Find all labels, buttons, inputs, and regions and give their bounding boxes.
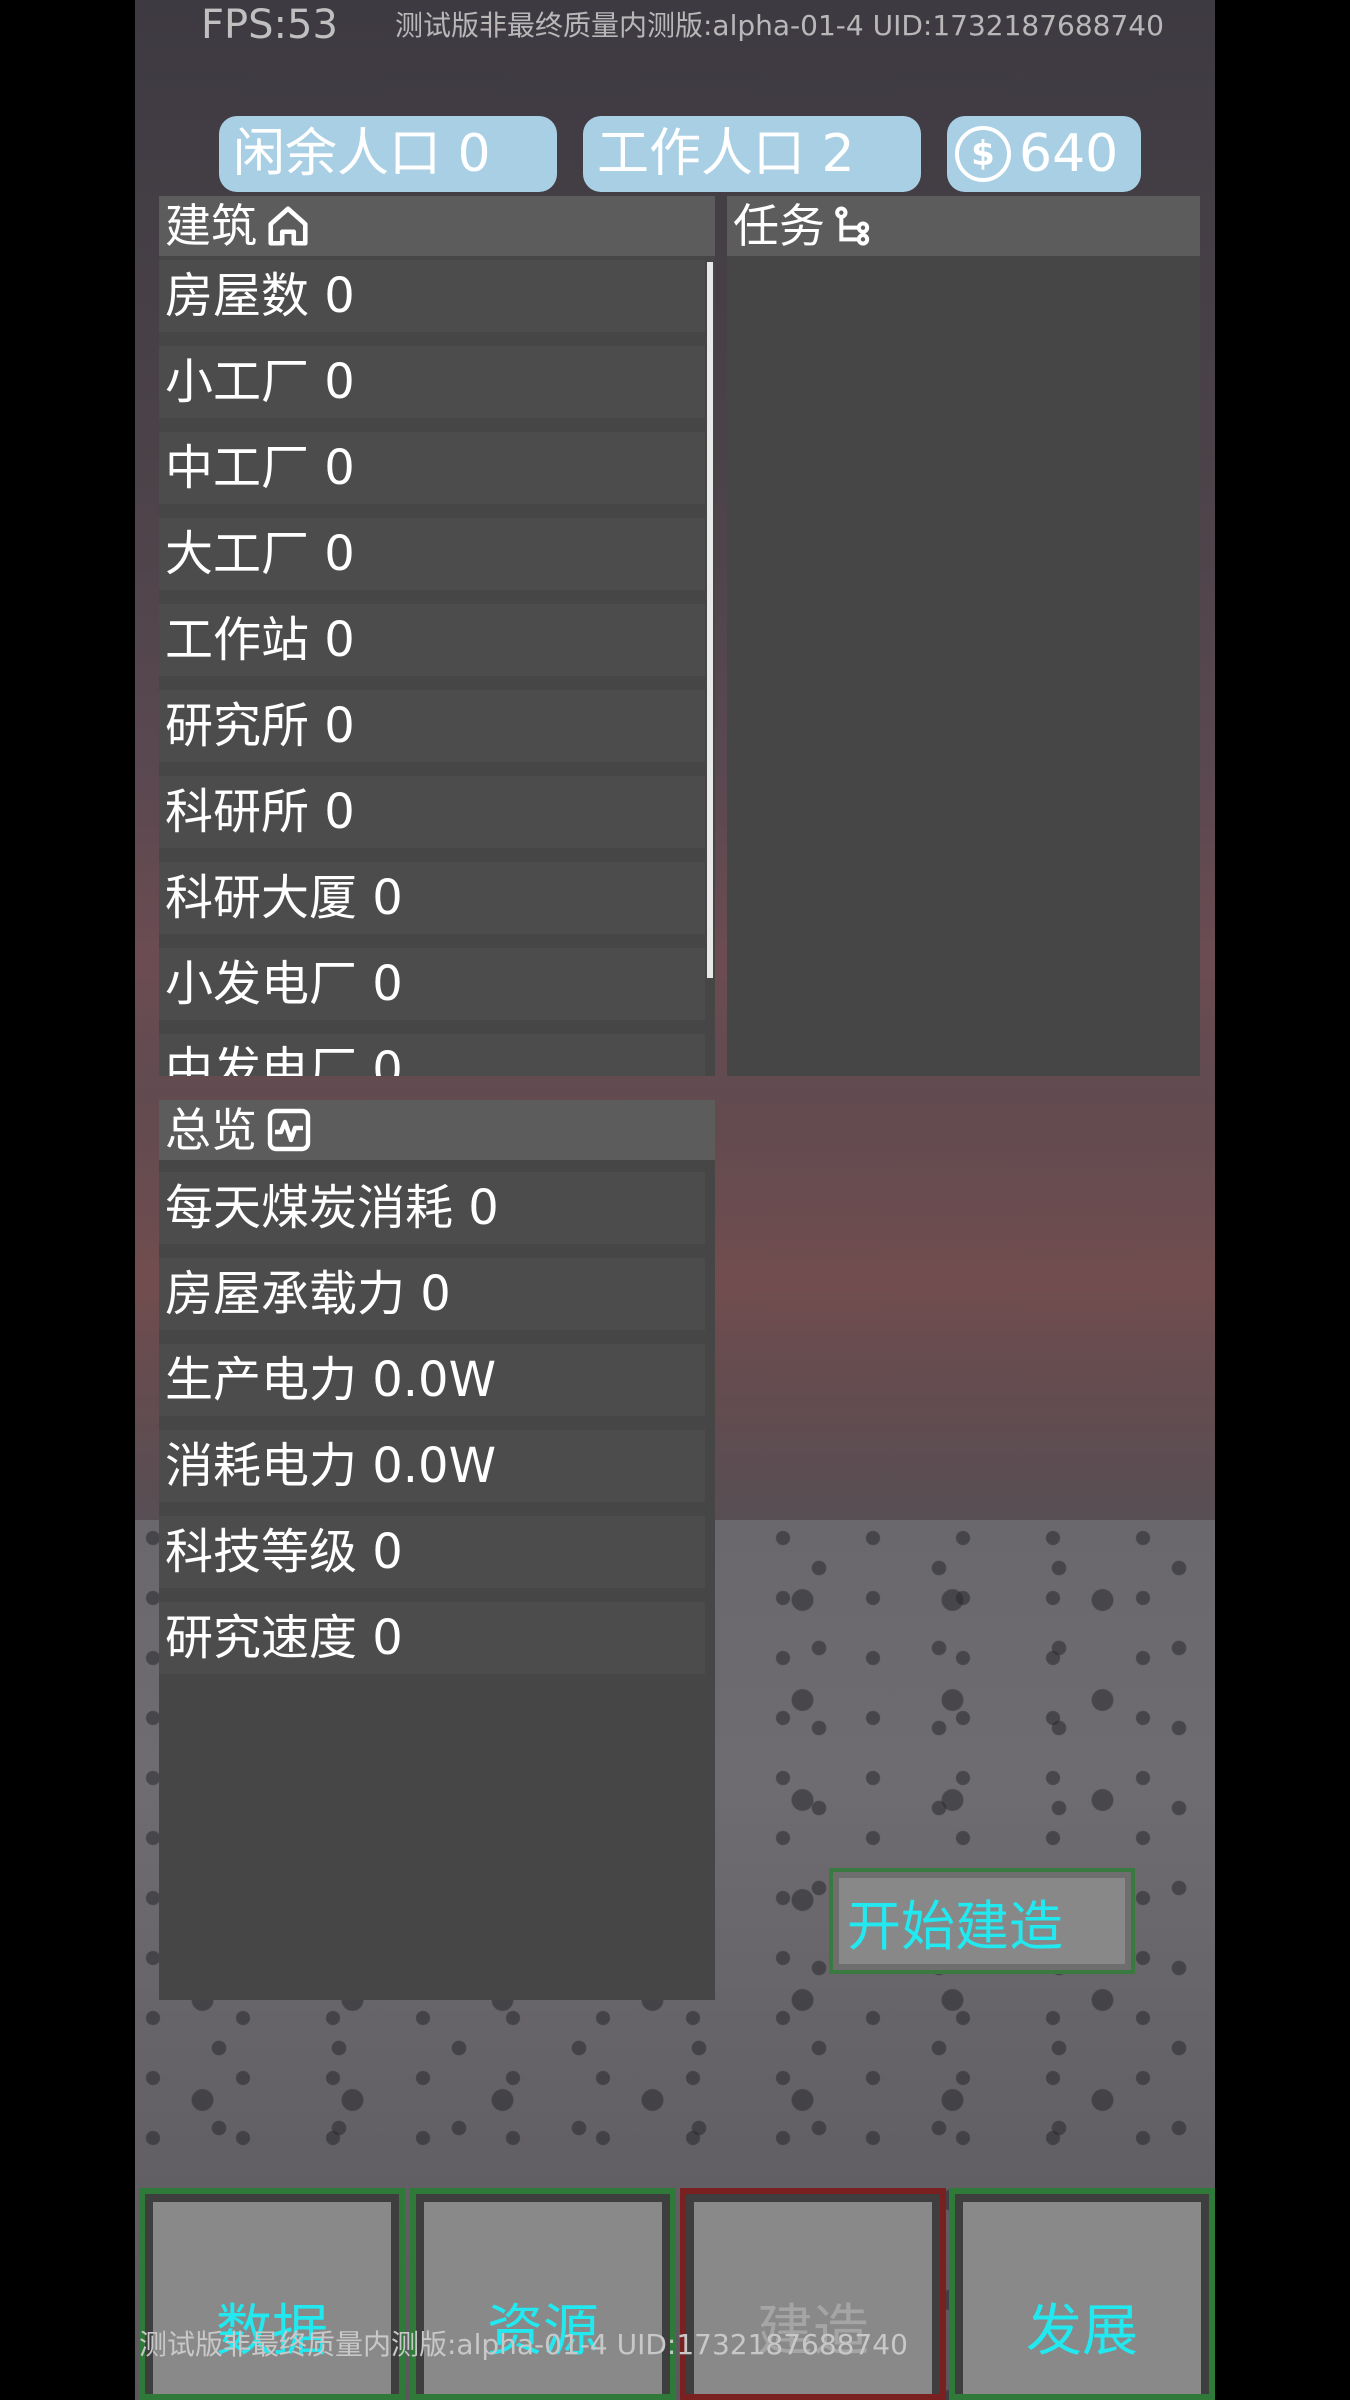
start-build-label: 开始建造 (847, 1894, 1063, 1958)
list-item[interactable]: 中发电厂 0 (159, 1034, 705, 1076)
activity-chart-icon (267, 1108, 311, 1152)
list-item: 科技等级 0 (159, 1516, 705, 1588)
list-item[interactable]: 大工厂 0 (159, 518, 705, 590)
tab-develop[interactable]: 发展 (949, 2188, 1215, 2400)
tab-build[interactable]: 建造 (680, 2188, 946, 2400)
overview-list: 每天煤炭消耗 0 房屋承载力 0 生产电力 0.0W 消耗电力 0.0W 科技等… (159, 1160, 715, 1688)
idle-population-badge: 闲余人口 0 (219, 116, 557, 192)
overview-header: 总览 (159, 1100, 715, 1160)
list-item: 房屋承载力 0 (159, 1258, 705, 1330)
buildings-panel: 建筑 房屋数 0 小工厂 0 中工厂 0 大工厂 0 工作站 0 研究所 0 科… (159, 196, 715, 1076)
buildings-scrollbar[interactable] (707, 262, 713, 978)
task-tree-icon (835, 206, 870, 246)
coin-badge: $ 640 (947, 116, 1141, 192)
tab-data[interactable]: 数据 (139, 2188, 405, 2400)
list-item: 生产电力 0.0W (159, 1344, 705, 1416)
list-item[interactable]: 研究所 0 (159, 690, 705, 762)
tab-build-label: 建造 (694, 2202, 932, 2394)
coin-dollar-icon: $ (955, 126, 1011, 182)
tab-develop-label: 发展 (963, 2202, 1201, 2394)
overview-title: 总览 (165, 1103, 257, 1157)
coin-amount: 640 (1019, 124, 1119, 184)
list-item: 研究速度 0 (159, 1602, 705, 1674)
buildings-list[interactable]: 房屋数 0 小工厂 0 中工厂 0 大工厂 0 工作站 0 研究所 0 科研所 … (159, 256, 715, 1076)
buildings-title: 建筑 (165, 199, 257, 253)
list-item[interactable]: 工作站 0 (159, 604, 705, 676)
working-population-text: 工作人口 2 (597, 124, 855, 184)
list-item[interactable]: 中工厂 0 (159, 432, 705, 504)
version-label-bottom: 测试版非最终质量内测版:alpha-01-4 UID:1732187688740 (139, 2328, 908, 2361)
home-icon (268, 206, 308, 246)
version-label-top: 测试版非最终质量内测版:alpha-01-4 UID:1732187688740 (395, 9, 1164, 42)
tab-data-label: 数据 (153, 2202, 391, 2394)
working-population-badge: 工作人口 2 (583, 116, 921, 192)
list-item[interactable]: 科研大厦 0 (159, 862, 705, 934)
tab-resources-label: 资源 (424, 2202, 662, 2394)
list-item: 每天煤炭消耗 0 (159, 1172, 705, 1244)
bottom-tab-bar: 数据 资源 建造 发展 (135, 2188, 1215, 2400)
fps-counter: FPS:53 (201, 2, 338, 48)
game-viewport[interactable]: FPS:53 测试版非最终质量内测版:alpha-01-4 UID:173218… (135, 0, 1215, 2400)
list-item[interactable]: 房屋数 0 (159, 260, 705, 332)
tasks-header: 任务 (727, 196, 1200, 256)
idle-population-text: 闲余人口 0 (233, 124, 491, 184)
tasks-title: 任务 (733, 199, 825, 253)
tasks-panel: 任务 (727, 196, 1200, 1076)
list-item[interactable]: 小发电厂 0 (159, 948, 705, 1020)
list-item[interactable]: 科研所 0 (159, 776, 705, 848)
start-build-button[interactable]: 开始建造 (829, 1868, 1135, 1974)
buildings-header: 建筑 (159, 196, 715, 256)
list-item: 消耗电力 0.0W (159, 1430, 705, 1502)
list-item[interactable]: 小工厂 0 (159, 346, 705, 418)
overview-panel: 总览 每天煤炭消耗 0 房屋承载力 0 生产电力 0.0W 消耗电力 0.0W … (159, 1100, 715, 2000)
tab-resources[interactable]: 资源 (410, 2188, 676, 2400)
